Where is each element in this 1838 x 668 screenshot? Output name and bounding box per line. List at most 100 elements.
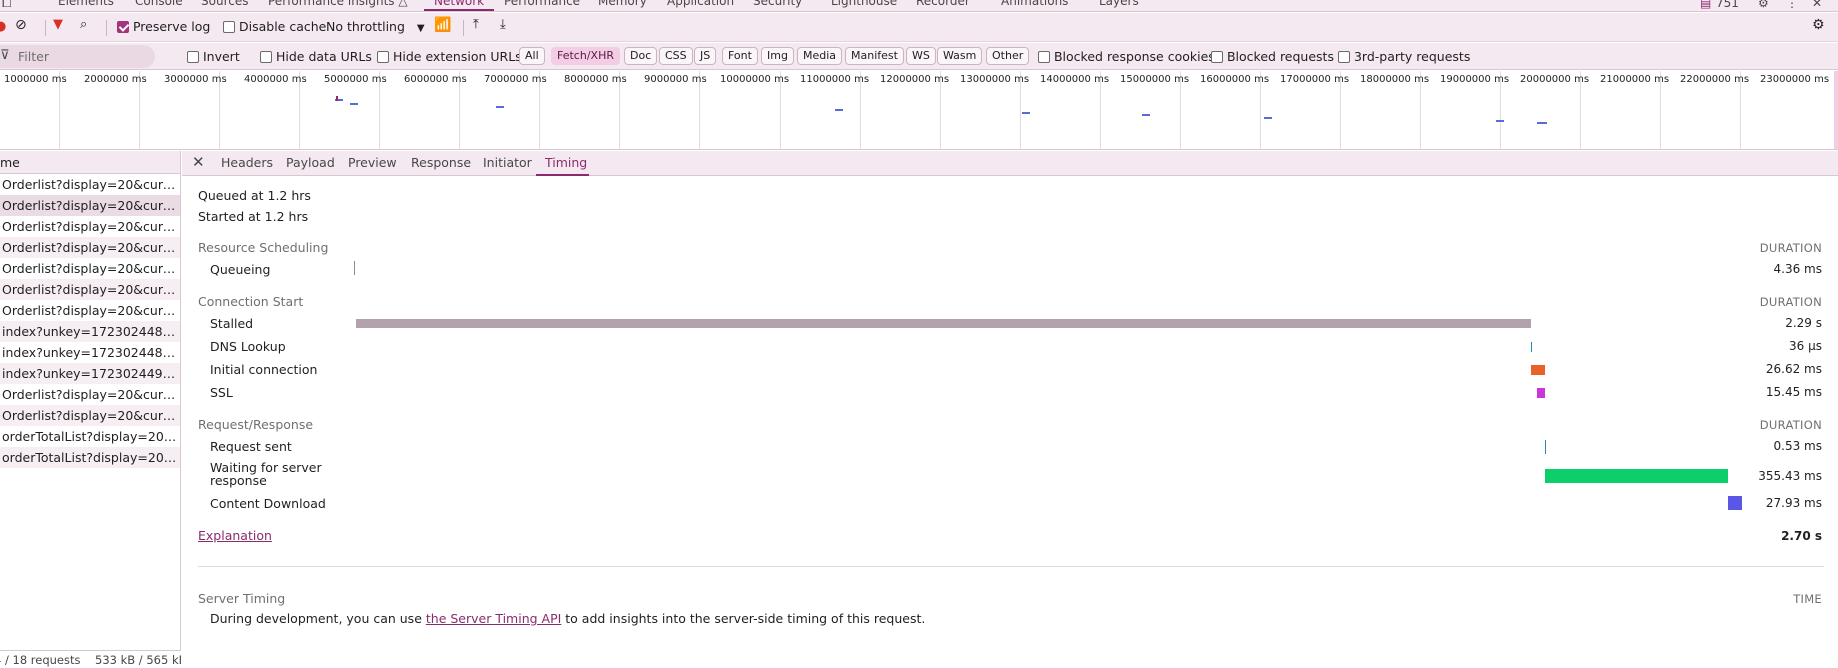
blocked-response-cookies-checkbox[interactable]: Blocked response cookies [1038, 49, 1215, 64]
type-filter-fetch-xhr[interactable]: Fetch/XHR [551, 47, 620, 65]
request-row[interactable]: Orderlist?display=20&current... [0, 405, 180, 426]
request-row[interactable]: index?unkey=1723024486511... [0, 342, 180, 363]
third-party-requests-checkbox[interactable]: 3rd-party requests [1338, 49, 1470, 64]
search-icon[interactable]: ⌕ [80, 17, 87, 32]
request-row[interactable]: index?unkey=1723024499523... [0, 363, 180, 384]
tab-layers[interactable]: Layers [1099, 0, 1139, 8]
tab-payload[interactable]: Payload [286, 155, 335, 170]
request-row[interactable]: Orderlist?display=20&current... [0, 174, 180, 195]
tab-response[interactable]: Response [411, 155, 471, 170]
disable-cache-checkbox[interactable]: Disable cache [223, 19, 326, 34]
timeline-request-bar [1142, 114, 1150, 116]
tab-recorder[interactable]: Recorder [916, 0, 970, 8]
invert-checkbox[interactable]: Invert [187, 49, 240, 64]
timeline-tick-label: 7000000 ms [484, 74, 547, 85]
type-filter-font[interactable]: Font [722, 47, 758, 65]
tab-timing[interactable]: Timing [545, 155, 587, 170]
waiting-server-response-bar [1545, 469, 1728, 483]
request-row[interactable]: Orderlist?display=20&current... [0, 216, 180, 237]
type-filter-img[interactable]: Img [761, 47, 794, 65]
request-row[interactable]: Orderlist?display=20&current... [0, 384, 180, 405]
type-filter-media[interactable]: Media [797, 47, 843, 65]
timeline-selection-handle[interactable] [1834, 71, 1838, 149]
explanation-link[interactable]: Explanation [198, 528, 272, 543]
device-toolbar-icon[interactable]: ⧠ [2, 0, 12, 11]
request-row[interactable]: index?unkey=1723024483614... [0, 321, 180, 342]
record-icon[interactable]: ● [0, 19, 6, 34]
transfer-size: 533 kB / 565 kB [95, 653, 181, 667]
tab-sources[interactable]: Sources [201, 0, 248, 8]
name-column-header[interactable]: me [0, 151, 180, 174]
type-filter-ws[interactable]: WS [906, 47, 936, 65]
tab-network[interactable]: Network [434, 0, 484, 8]
tab-elements[interactable]: Elements [58, 0, 114, 8]
settings-gear-icon[interactable]: ⚙ [1758, 0, 1769, 10]
timeline-tick-label: 18000000 ms [1360, 74, 1430, 85]
ssl-bar [1537, 388, 1545, 398]
tab-application[interactable]: Application [667, 0, 734, 8]
timeline-tick-label: 4000000 ms [244, 74, 307, 85]
type-filter-wasm[interactable]: Wasm [937, 47, 983, 65]
clear-icon[interactable]: ⊘ [15, 17, 27, 33]
tab-security[interactable]: Security [753, 0, 802, 8]
checkbox-icon [187, 51, 199, 63]
close-devtools-icon[interactable]: ✕ [1812, 0, 1822, 10]
timeline-request-bar [1022, 112, 1030, 114]
tab-headers[interactable]: Headers [221, 155, 273, 170]
timeline-tick-label: 14000000 ms [1040, 74, 1110, 85]
started-at: Started at 1.2 hrs [198, 209, 309, 224]
request-row[interactable]: Orderlist?display=20&current... [0, 279, 180, 300]
request-row[interactable]: orderTotalList?display=20&cu... [0, 447, 180, 468]
throttling-select[interactable]: No throttling ▼ [326, 19, 425, 34]
type-filter-all[interactable]: All [519, 47, 545, 65]
dns-lookup-value: 36 μs [1789, 339, 1822, 353]
request-sent-value: 0.53 ms [1773, 439, 1822, 453]
close-detail-icon[interactable]: ✕ [192, 153, 205, 171]
type-filter-css[interactable]: CSS [659, 47, 693, 65]
type-filter-doc[interactable]: Doc [624, 47, 658, 65]
toolbar-divider [106, 20, 107, 36]
tab-console[interactable]: Console [135, 0, 183, 8]
blocked-requests-checkbox[interactable]: Blocked requests [1211, 49, 1334, 64]
filter-input[interactable]: ⊽ Filter [0, 45, 155, 68]
active-tab-underline [424, 9, 494, 11]
tab-initiator[interactable]: Initiator [483, 155, 532, 170]
server-timing-api-link[interactable]: the Server Timing API [426, 611, 561, 626]
initial-connection-value: 26.62 ms [1765, 362, 1822, 376]
timeline-request-bar [350, 103, 358, 105]
timeline-request-bar [496, 106, 504, 108]
network-settings-gear-icon[interactable]: ⚙ [1812, 17, 1825, 33]
tab-memory[interactable]: Memory [598, 0, 647, 8]
messages-icon[interactable]: ▤ [1700, 0, 1711, 10]
request-row[interactable]: Orderlist?display=20&current... [0, 237, 180, 258]
filter-funnel-icon[interactable]: ▼ [53, 17, 63, 32]
queueing-bar [354, 261, 355, 275]
hide-data-urls-checkbox[interactable]: Hide data URLs [260, 49, 372, 64]
tab-animations[interactable]: Animations [1001, 0, 1068, 8]
tab-performance-insights[interactable]: Performance insights △ [268, 0, 408, 8]
type-filter-manifest[interactable]: Manifest [845, 47, 904, 65]
timeline-tick-label: 22000000 ms [1680, 74, 1750, 85]
more-options-icon[interactable]: ⋮ [1786, 0, 1798, 10]
filter-placeholder: Filter [18, 49, 49, 64]
request-row-selected[interactable]: Orderlist?display=20&current... [0, 195, 180, 216]
hide-extension-urls-checkbox[interactable]: Hide extension URLs [377, 49, 522, 64]
toolbar-divider [45, 20, 46, 36]
type-filter-js[interactable]: JS [694, 47, 717, 65]
overview-timeline[interactable]: 1000000 ms 2000000 ms 3000000 ms 4000000… [0, 71, 1838, 150]
tab-lighthouse[interactable]: Lighthouse [831, 0, 897, 8]
tab-performance[interactable]: Performance [504, 0, 580, 8]
tab-preview[interactable]: Preview [348, 155, 397, 170]
export-har-icon[interactable]: ⤓ [500, 17, 506, 32]
active-tab-underline [536, 174, 589, 176]
devtools-panel-tabs: ⧠ Elements Console Sources Performance i… [0, 0, 1838, 12]
type-filter-other[interactable]: Other [986, 47, 1030, 65]
request-row[interactable]: Orderlist?display=20&current... [0, 258, 180, 279]
import-har-icon[interactable]: ⤒ [473, 17, 479, 32]
request-row[interactable]: Orderlist?display=20&current... [0, 300, 180, 321]
timeline-tick-label: 13000000 ms [960, 74, 1030, 85]
preserve-log-checkbox[interactable]: Preserve log [117, 19, 210, 34]
network-conditions-icon[interactable]: 📶 [434, 17, 451, 33]
request-row[interactable]: orderTotalList?display=20&cu... [0, 426, 180, 447]
stalled-value: 2.29 s [1785, 316, 1822, 330]
